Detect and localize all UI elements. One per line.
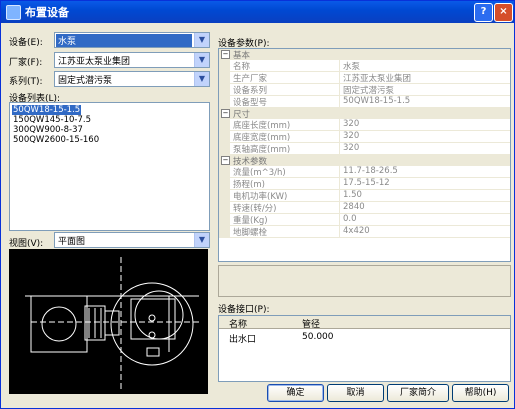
- property-value: 水泵: [339, 60, 360, 72]
- maker-label: 厂家(F):: [9, 58, 43, 68]
- device-select[interactable]: 水泵 ▼: [54, 32, 210, 48]
- maker-value: 江苏亚太泵业集团: [58, 57, 131, 67]
- place-device-dialog: 布置设备 ? × 设备(E): 水泵 ▼ 厂家(F): 江苏亚太泵业集团 ▼ 系…: [0, 0, 515, 409]
- property-name: 泵轴高度(mm): [233, 145, 291, 155]
- collapse-icon[interactable]: −: [221, 109, 230, 118]
- chevron-down-icon[interactable]: ▼: [194, 72, 209, 86]
- property-row[interactable]: 设备系列 固定式潜污泵: [219, 84, 510, 96]
- property-name: 重量(Kg): [233, 216, 268, 226]
- window-title: 布置设备: [25, 6, 69, 19]
- property-name: 生产厂家: [233, 74, 268, 84]
- property-name: 电机功率(KW): [233, 192, 288, 202]
- category-basic[interactable]: − 基本: [219, 49, 510, 61]
- app-icon: [6, 5, 21, 20]
- chevron-down-icon[interactable]: ▼: [194, 53, 209, 67]
- property-row[interactable]: 重量(Kg) 0.0: [219, 214, 510, 226]
- table-header: 名称 管径: [219, 316, 510, 330]
- property-value: 320: [339, 131, 359, 142]
- collapse-icon[interactable]: −: [221, 50, 230, 59]
- property-value: 1.50: [339, 190, 362, 201]
- interface-table[interactable]: 名称 管径 出水口 50.000: [218, 315, 511, 382]
- list-item[interactable]: 150QW145-10-7.5: [12, 115, 92, 125]
- property-name: 底座长度(mm): [233, 121, 291, 131]
- property-value: 江苏亚太泵业集团: [339, 72, 411, 84]
- interface-label: 设备接口(P):: [218, 305, 270, 315]
- property-value: 320: [339, 143, 359, 154]
- property-row[interactable]: 名称 水泵: [219, 60, 510, 72]
- category-technical[interactable]: − 技术参数: [219, 155, 510, 167]
- collapse-icon[interactable]: −: [221, 156, 230, 165]
- device-list[interactable]: 50QW18-15-1.5 150QW145-10-7.5 300QW900-8…: [9, 102, 210, 231]
- view-label: 视图(V):: [9, 239, 44, 249]
- category-size[interactable]: − 尺寸: [219, 108, 510, 120]
- title-bar[interactable]: 布置设备 ? ×: [1, 1, 514, 23]
- property-name: 设备系列: [233, 86, 268, 96]
- help-title-button[interactable]: ?: [474, 3, 493, 22]
- property-name: 底座宽度(mm): [233, 133, 291, 143]
- chevron-down-icon[interactable]: ▼: [194, 233, 209, 247]
- property-grid[interactable]: − 基本 名称 水泵 生产厂家 江苏亚太泵业集团 设备系列 固定式潜污泵 设备型…: [218, 48, 511, 262]
- property-name: 地脚螺栓: [233, 228, 268, 238]
- chevron-down-icon[interactable]: ▼: [194, 33, 209, 47]
- property-row[interactable]: 底座宽度(mm) 320: [219, 131, 510, 143]
- property-name: 扬程(m): [233, 180, 265, 190]
- cell-diameter: 50.000: [302, 332, 334, 342]
- close-button[interactable]: ×: [494, 3, 513, 22]
- property-name: 流量(m^3/h): [233, 168, 286, 178]
- property-value: 11.7-18-26.5: [339, 166, 398, 177]
- cancel-button[interactable]: 取消: [327, 384, 384, 402]
- help-button[interactable]: 帮助(H): [452, 384, 509, 402]
- list-item[interactable]: 300QW900-8-37: [12, 125, 84, 135]
- property-value: 0.0: [339, 214, 357, 225]
- column-header-diameter[interactable]: 管径: [302, 317, 320, 330]
- device-label: 设备(E):: [9, 38, 43, 48]
- property-value: 固定式潜污泵: [339, 84, 394, 96]
- property-row[interactable]: 生产厂家 江苏亚太泵业集团: [219, 72, 510, 84]
- ok-button[interactable]: 确定: [267, 384, 324, 402]
- property-name: 转速(转/分): [233, 204, 277, 214]
- series-label: 系列(T):: [9, 77, 43, 87]
- pump-plan-drawing: [25, 257, 199, 389]
- property-name: 设备型号: [233, 98, 268, 108]
- device-preview: [9, 249, 208, 394]
- property-row[interactable]: 扬程(m) 17.5-15-12: [219, 178, 510, 190]
- property-row[interactable]: 流量(m^3/h) 11.7-18-26.5: [219, 166, 510, 178]
- column-header-name[interactable]: 名称: [229, 317, 247, 330]
- view-select[interactable]: 平面图 ▼: [54, 232, 210, 248]
- property-value: 2840: [339, 202, 365, 213]
- property-row[interactable]: 转速(转/分) 2840: [219, 202, 510, 214]
- property-row[interactable]: 设备型号 50QW18-15-1.5: [219, 96, 510, 108]
- property-name: 名称: [233, 62, 251, 72]
- maker-intro-button[interactable]: 厂家简介: [387, 384, 449, 402]
- list-item[interactable]: 500QW2600-15-160: [12, 135, 100, 145]
- property-row[interactable]: 电机功率(KW) 1.50: [219, 190, 510, 202]
- list-item[interactable]: 50QW18-15-1.5: [12, 105, 82, 115]
- cell-name: 出水口: [229, 335, 257, 345]
- property-value: 50QW18-15-1.5: [339, 96, 410, 107]
- property-row[interactable]: 地脚螺栓 4x420: [219, 226, 510, 238]
- property-value: 320: [339, 119, 359, 130]
- property-row[interactable]: 泵轴高度(mm) 320: [219, 143, 510, 155]
- property-value: 4x420: [339, 226, 370, 237]
- property-description: [218, 265, 511, 297]
- device-value: 水泵: [56, 34, 192, 47]
- property-row[interactable]: 底座长度(mm) 320: [219, 119, 510, 131]
- property-value: 17.5-15-12: [339, 178, 390, 189]
- maker-select[interactable]: 江苏亚太泵业集团 ▼: [54, 52, 210, 68]
- series-select[interactable]: 固定式潜污泵 ▼: [54, 71, 210, 87]
- series-value: 固定式潜污泵: [58, 76, 113, 86]
- view-value: 平面图: [58, 237, 86, 247]
